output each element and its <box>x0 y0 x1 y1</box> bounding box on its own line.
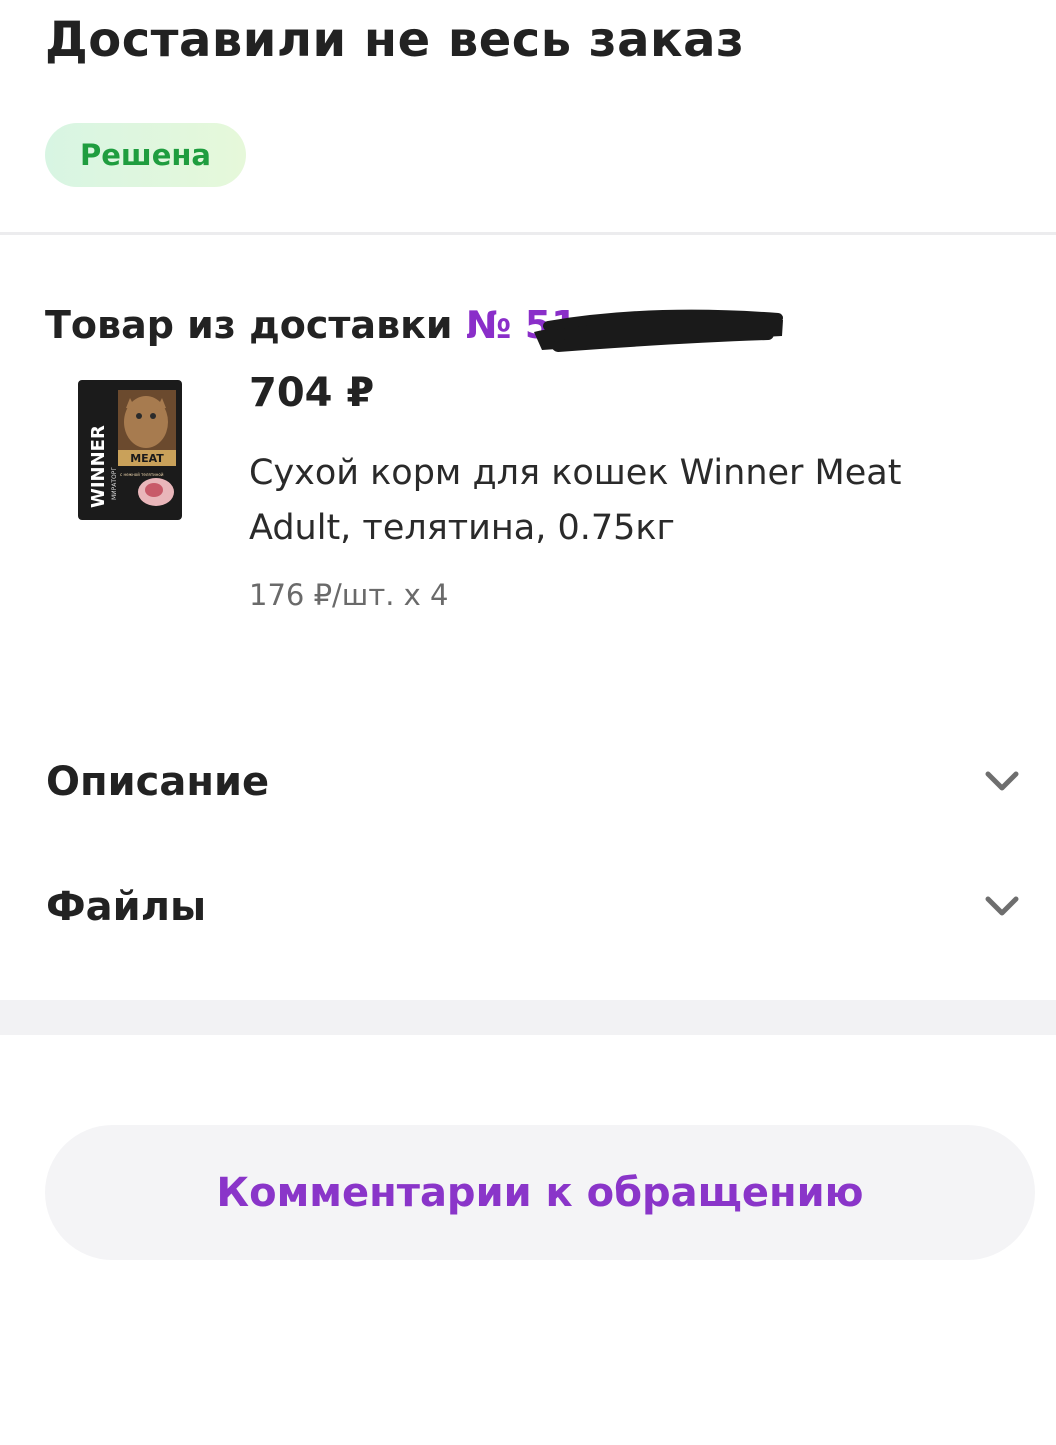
delivery-heading: Товар из доставки № 51 <box>45 303 578 347</box>
files-accordion-label: Файлы <box>46 884 207 930</box>
section-separator <box>0 1000 1056 1035</box>
status-badge: Решена <box>45 123 246 187</box>
chevron-down-icon <box>985 771 1019 791</box>
product-image-brand: WINNER <box>88 425 109 508</box>
product-image[interactable]: MEAT с нежной телятиной WINNER МИРАТОРГ <box>78 380 182 520</box>
header-divider <box>0 232 1056 235</box>
chevron-down-icon <box>985 896 1019 916</box>
delivery-heading-label: Товар из доставки <box>45 303 453 347</box>
page-title: Доставили не весь заказ <box>45 12 745 68</box>
product-name[interactable]: Сухой корм для кошек Winner Meat Adult, … <box>249 446 1009 556</box>
ticket-page: Доставили не весь заказ Решена Товар из … <box>0 0 1056 1445</box>
description-accordion[interactable]: Описание <box>0 737 1056 827</box>
comments-button[interactable]: Комментарии к обращению <box>45 1125 1035 1260</box>
product-unit-price: 176 ₽/шт. x 4 <box>249 578 449 612</box>
product-image-sub-brand: МИРАТОРГ <box>111 467 118 500</box>
product-price: 704 ₽ <box>249 370 375 416</box>
description-accordion-label: Описание <box>46 759 270 805</box>
files-accordion[interactable]: Файлы <box>0 862 1056 952</box>
product-image-flavor: с нежной телятиной <box>120 472 164 477</box>
product-image-meat-label: MEAT <box>130 452 164 465</box>
redaction-scribble <box>534 309 783 352</box>
